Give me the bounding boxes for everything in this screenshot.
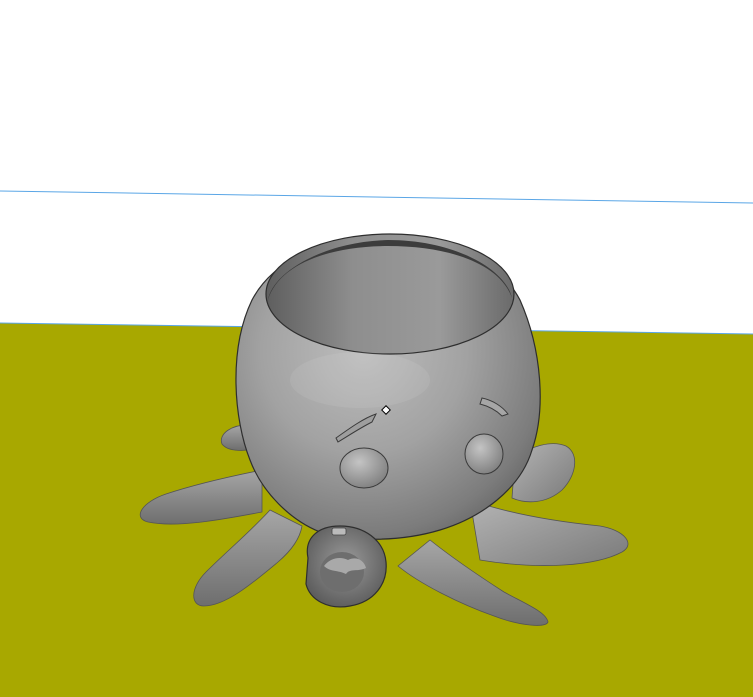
body-highlight [290, 352, 430, 408]
planter-opening [265, 233, 515, 355]
eye-right [464, 433, 504, 475]
eye-left [339, 447, 389, 489]
scene-canvas[interactable] [0, 0, 753, 697]
3d-viewport[interactable] [0, 0, 753, 697]
mouth-tab [331, 527, 347, 536]
